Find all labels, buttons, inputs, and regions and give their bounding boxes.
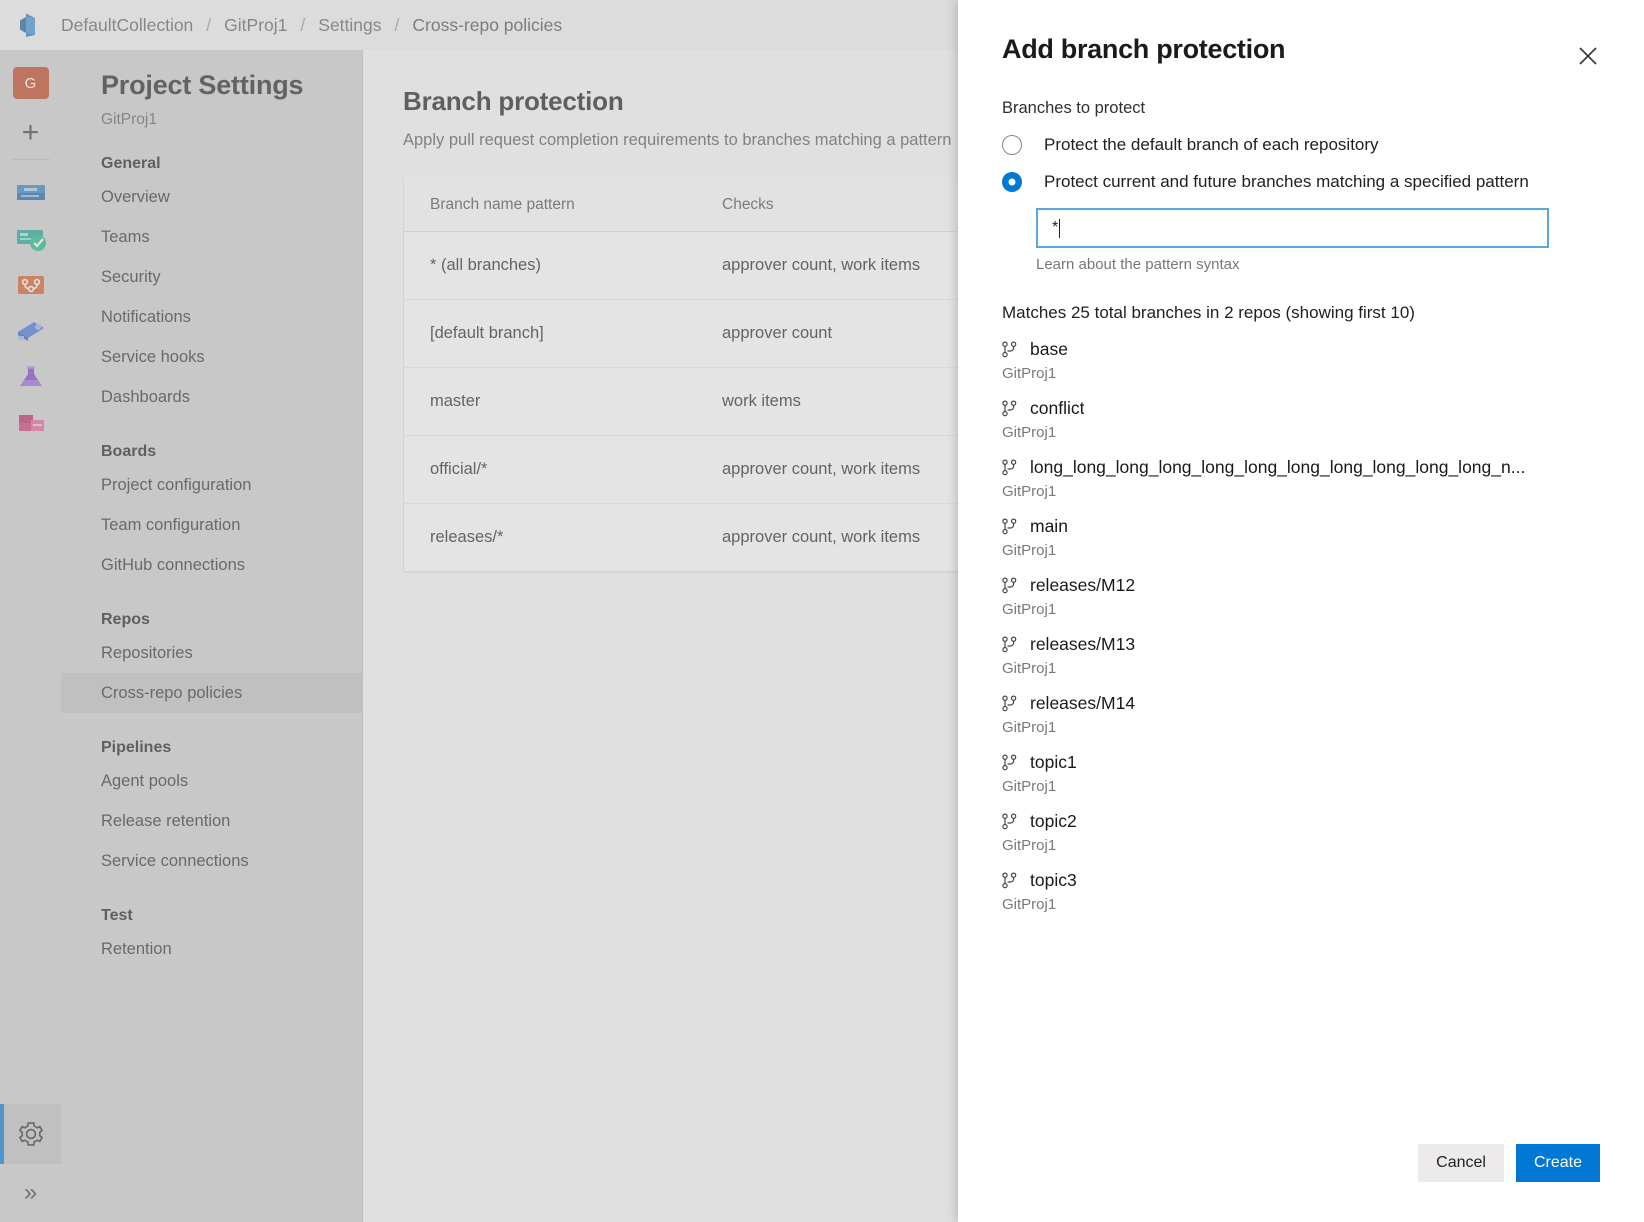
branch-name: releases/M12 <box>1030 575 1135 596</box>
text-caret <box>1059 219 1060 238</box>
matched-branch-list: base GitProj1 <box>1002 339 1600 913</box>
radio-option-default-branch[interactable]: Protect the default branch of each repos… <box>1002 135 1600 155</box>
radio-selected-icon[interactable] <box>1002 172 1022 192</box>
branch-repo: GitProj1 <box>1002 542 1600 559</box>
branch-name: conflict <box>1030 398 1084 419</box>
git-branch-icon <box>1002 636 1024 653</box>
panel-body: Branches to protect Protect the default … <box>958 65 1644 1144</box>
list-item: releases/M13 GitProj1 <box>1002 634 1600 677</box>
branch-name: releases/M13 <box>1030 634 1135 655</box>
list-item: main GitProj1 <box>1002 516 1600 559</box>
create-button[interactable]: Create <box>1516 1144 1600 1182</box>
branch-pattern-value: * <box>1052 219 1058 237</box>
list-item: base GitProj1 <box>1002 339 1600 382</box>
list-item: long_long_long_long_long_long_long_long_… <box>1002 457 1600 500</box>
panel-title: Add branch protection <box>1002 34 1600 65</box>
git-branch-icon <box>1002 813 1024 830</box>
close-icon[interactable] <box>1570 38 1606 74</box>
list-item: topic1 GitProj1 <box>1002 752 1600 795</box>
list-item: topic2 GitProj1 <box>1002 811 1600 854</box>
cancel-button[interactable]: Cancel <box>1418 1144 1504 1182</box>
branch-name: releases/M14 <box>1030 693 1135 714</box>
branch-name: main <box>1030 516 1068 537</box>
panel-footer: Cancel Create <box>958 1144 1644 1222</box>
branch-repo: GitProj1 <box>1002 483 1600 500</box>
matches-summary: Matches 25 total branches in 2 repos (sh… <box>1002 303 1600 323</box>
git-branch-icon <box>1002 695 1024 712</box>
branch-name: long_long_long_long_long_long_long_long_… <box>1030 457 1525 478</box>
git-branch-icon <box>1002 341 1024 358</box>
radio-label-pattern: Protect current and future branches matc… <box>1044 172 1529 192</box>
radio-unselected-icon[interactable] <box>1002 135 1022 155</box>
branch-name: topic2 <box>1030 811 1077 832</box>
git-branch-icon <box>1002 577 1024 594</box>
radio-label-default-branch: Protect the default branch of each repos… <box>1044 135 1379 155</box>
list-item: releases/M12 GitProj1 <box>1002 575 1600 618</box>
git-branch-icon <box>1002 400 1024 417</box>
branch-name: base <box>1030 339 1068 360</box>
panel-header: Add branch protection <box>958 0 1644 65</box>
git-branch-icon <box>1002 518 1024 535</box>
branches-to-protect-label: Branches to protect <box>1002 99 1600 118</box>
list-item: topic3 GitProj1 <box>1002 870 1600 913</box>
pattern-syntax-link[interactable]: Learn about the pattern syntax <box>1036 256 1600 273</box>
branch-repo: GitProj1 <box>1002 660 1600 677</box>
branch-repo: GitProj1 <box>1002 778 1600 795</box>
git-branch-icon <box>1002 754 1024 771</box>
branch-repo: GitProj1 <box>1002 365 1600 382</box>
branch-repo: GitProj1 <box>1002 424 1600 441</box>
radio-option-pattern[interactable]: Protect current and future branches matc… <box>1002 172 1600 192</box>
branch-name: topic1 <box>1030 752 1077 773</box>
branch-repo: GitProj1 <box>1002 896 1600 913</box>
add-branch-protection-panel: Add branch protection Branches to protec… <box>958 0 1644 1222</box>
list-item: releases/M14 GitProj1 <box>1002 693 1600 736</box>
branch-repo: GitProj1 <box>1002 837 1600 854</box>
branch-repo: GitProj1 <box>1002 719 1600 736</box>
branch-repo: GitProj1 <box>1002 601 1600 618</box>
app-root: DefaultCollection / GitProj1 / Settings … <box>0 0 1644 1222</box>
list-item: conflict GitProj1 <box>1002 398 1600 441</box>
branch-pattern-input[interactable]: * <box>1036 208 1549 248</box>
git-branch-icon <box>1002 459 1024 476</box>
git-branch-icon <box>1002 872 1024 889</box>
branch-name: topic3 <box>1030 870 1077 891</box>
